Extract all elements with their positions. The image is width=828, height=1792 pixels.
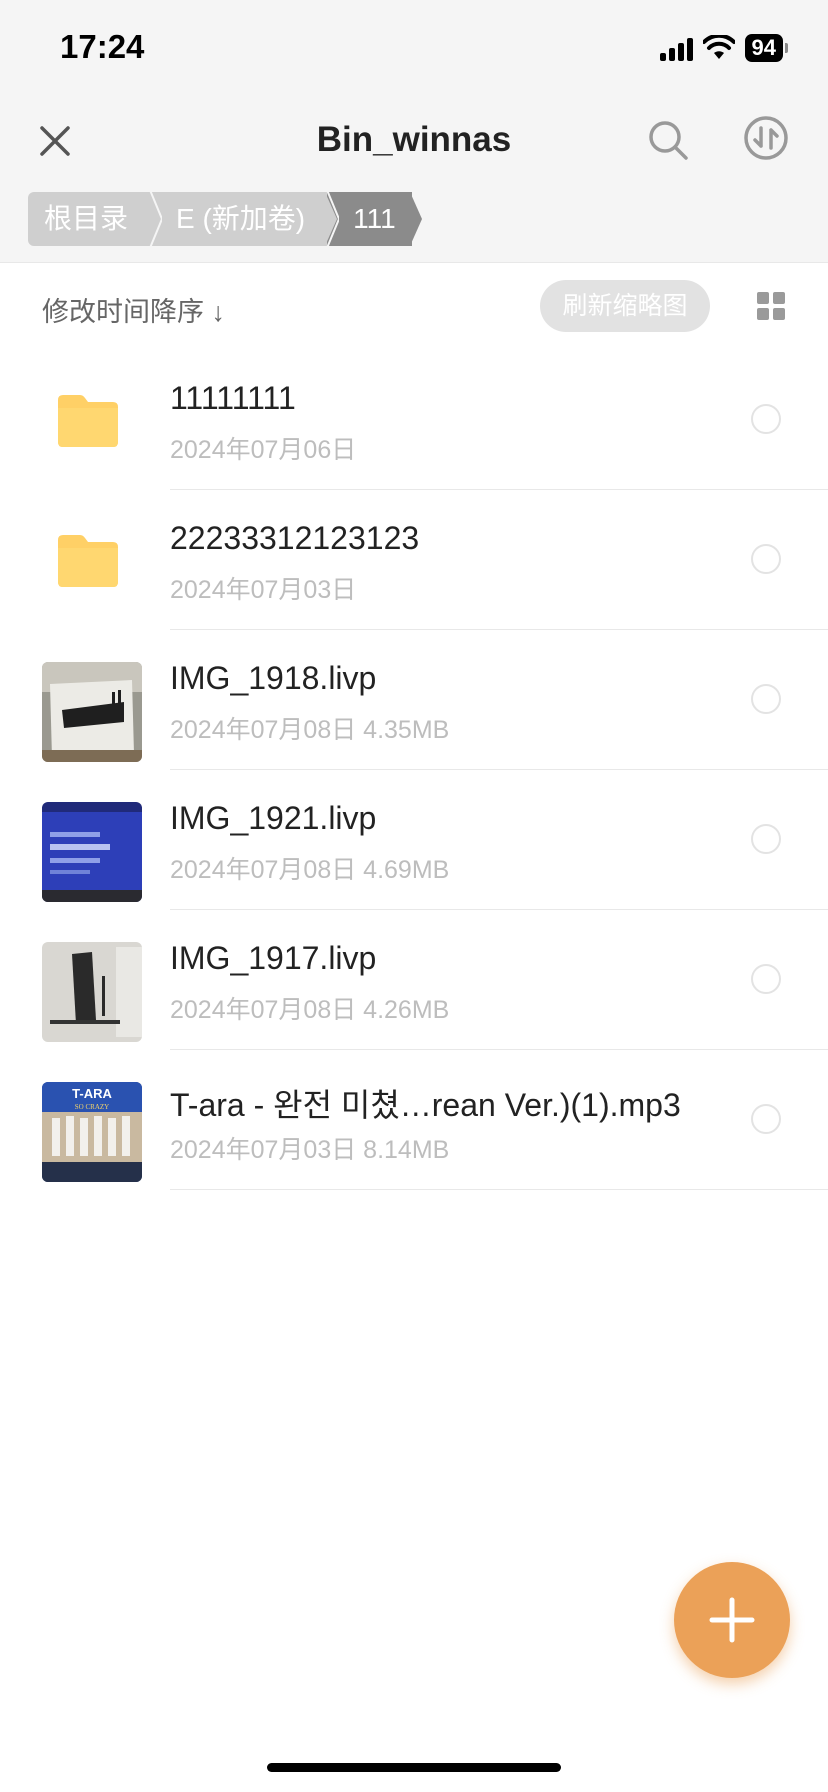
album-art-subtitle: SO CRAZY <box>75 1103 109 1111</box>
breadcrumb-label: E (新加卷) <box>176 203 306 234</box>
wifi-icon <box>702 35 735 59</box>
file-meta: 2024年07月08日 4.69MB <box>170 856 450 884</box>
battery-level: 94 <box>744 34 783 62</box>
file-meta: 2024年07月03日 8.14MB <box>170 1136 450 1164</box>
select-checkbox[interactable] <box>751 684 781 714</box>
folder-icon <box>58 395 118 447</box>
image-thumbnail <box>42 802 142 902</box>
file-row-audio[interactable]: T-ARA SO CRAZY T-ara - 완전 미쳤…rean Ver.)(… <box>0 1050 828 1190</box>
breadcrumb-label: 根目录 <box>44 203 129 234</box>
select-checkbox[interactable] <box>751 1104 781 1134</box>
breadcrumb-label: 111 <box>353 203 396 234</box>
breadcrumb-root[interactable]: 根目录 <box>28 192 163 246</box>
file-meta: 2024年07月06日 <box>170 436 357 464</box>
add-button[interactable] <box>674 1562 790 1678</box>
select-checkbox[interactable] <box>751 824 781 854</box>
file-row-image[interactable]: IMG_1918.livp 2024年07月08日 4.35MB <box>0 630 828 770</box>
file-name: 22233312123123 <box>170 520 420 556</box>
folder-icon <box>58 535 118 587</box>
file-row-folder[interactable]: 11111111 2024年07月06日 <box>0 350 828 490</box>
status-time: 17:24 <box>60 28 145 65</box>
breadcrumb-current[interactable]: 111 <box>327 192 422 246</box>
search-icon[interactable] <box>644 116 692 164</box>
album-art-thumbnail: T-ARA SO CRAZY <box>42 1082 142 1182</box>
file-meta: 2024年07月08日 4.26MB <box>170 996 450 1024</box>
file-name: IMG_1917.livp <box>170 940 377 976</box>
status-indicators: 94 <box>659 34 788 62</box>
file-name: 11111111 <box>170 380 296 416</box>
breadcrumb: 根目录 E (新加卷) 111 <box>28 192 422 246</box>
battery-icon: 94 <box>744 34 788 62</box>
select-checkbox[interactable] <box>751 404 781 434</box>
select-checkbox[interactable] <box>751 544 781 574</box>
home-indicator[interactable] <box>267 1763 561 1772</box>
file-name: IMG_1921.livp <box>170 800 377 836</box>
file-row-image[interactable]: IMG_1917.livp 2024年07月08日 4.26MB <box>0 910 828 1050</box>
image-thumbnail <box>42 662 142 762</box>
select-checkbox[interactable] <box>751 964 781 994</box>
plus-icon <box>709 1597 755 1643</box>
file-name: T-ara - 완전 미쳤…rean Ver.)(1).mp3 <box>170 1087 681 1123</box>
file-row-folder[interactable]: 22233312123123 2024年07月03日 <box>0 490 828 630</box>
status-bar: 17:24 94 <box>0 0 828 100</box>
image-thumbnail <box>42 942 142 1042</box>
transfer-icon[interactable] <box>742 114 790 162</box>
refresh-thumbnails-button[interactable]: 刷新缩略图 <box>540 280 710 332</box>
file-name: IMG_1918.livp <box>170 660 377 696</box>
file-meta: 2024年07月03日 <box>170 576 357 604</box>
file-list: 11111111 2024年07月06日 22233312123123 2024… <box>0 350 828 1190</box>
album-art-title: T-ARA <box>72 1086 112 1101</box>
header-divider <box>0 262 828 263</box>
file-row-image[interactable]: IMG_1921.livp 2024年07月08日 4.69MB <box>0 770 828 910</box>
page-title: Bin_winnas <box>316 120 512 159</box>
file-meta: 2024年07月08日 4.35MB <box>170 716 450 744</box>
row-divider <box>170 1189 828 1190</box>
sort-dropdown[interactable]: 修改时间降序 ↓ <box>42 290 225 329</box>
grid-view-icon[interactable] <box>756 291 786 321</box>
nav-bar: Bin_winnas <box>0 100 828 190</box>
cellular-signal-icon <box>659 35 693 61</box>
breadcrumb-drive[interactable]: E (新加卷) <box>150 192 340 246</box>
